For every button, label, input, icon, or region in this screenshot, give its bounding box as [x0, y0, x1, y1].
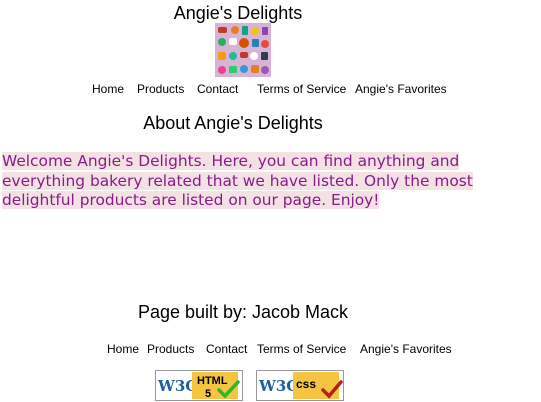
footer-home-link[interactable]: Home: [107, 342, 139, 356]
nav-angies-favorites-link[interactable]: Angie's Favorites: [355, 82, 447, 96]
nav-home-link[interactable]: Home: [92, 82, 124, 96]
about-heading: About Angie's Delights: [143, 113, 323, 133]
nav-products-link[interactable]: Products: [137, 82, 184, 96]
footer-contact-link[interactable]: Contact: [206, 342, 247, 356]
nav-terms-of-service-link[interactable]: Terms of Service: [257, 82, 346, 96]
css-badge-label: css: [296, 377, 316, 391]
w3c-css-valid-badge-icon[interactable]: W3C css: [256, 370, 344, 401]
welcome-text: Welcome Angie's Delights. Here, you can …: [2, 152, 473, 209]
w3c-css-logo-text: W3C: [258, 377, 298, 395]
footer-terms-of-service-link[interactable]: Terms of Service: [257, 342, 346, 356]
bakery-logo-image: [215, 23, 271, 77]
html-badge-version: 5: [205, 388, 211, 400]
w3c-html-logo-text: W3C: [157, 377, 197, 395]
nav-contact-link[interactable]: Contact: [197, 82, 238, 96]
welcome-paragraph: Welcome Angie's Delights. Here, you can …: [2, 152, 532, 211]
w3c-html5-valid-badge-icon[interactable]: W3C HTML 5: [155, 370, 243, 401]
footer-products-link[interactable]: Products: [147, 342, 194, 356]
footer-angies-favorites-link[interactable]: Angie's Favorites: [360, 342, 452, 356]
html-badge-label: HTML: [197, 375, 228, 387]
site-title: Angie's Delights: [173, 3, 303, 23]
page-built-by: Page built by: Jacob Mack: [137, 302, 349, 322]
